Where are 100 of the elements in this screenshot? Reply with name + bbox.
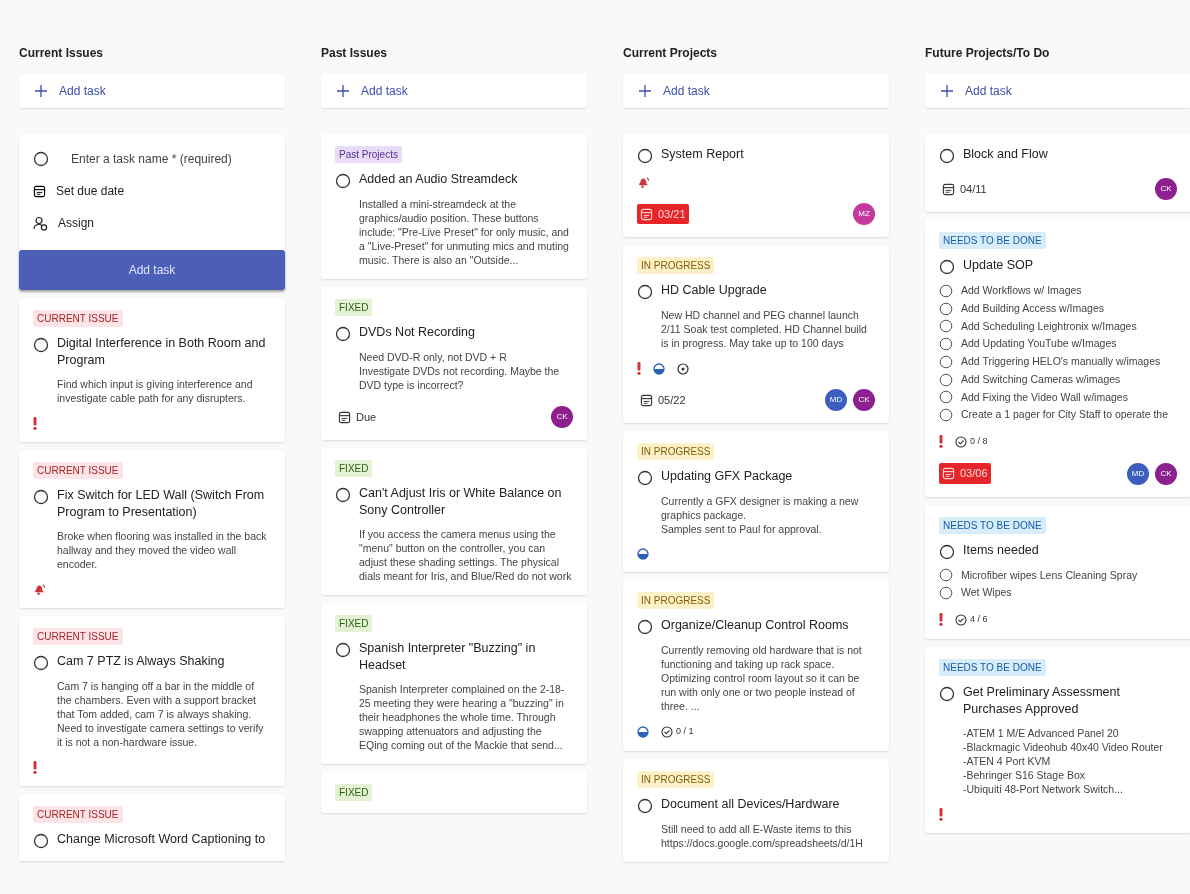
complete-circle-icon[interactable] [637,284,653,300]
checklist-circle-icon[interactable] [939,390,953,405]
avatar[interactable]: CK [551,406,573,428]
task-card[interactable]: IN PROGRESS Updating GFX Package Currently a GFX designer is making a new graphics package. Samples sent to Paul for approval. [623,431,889,572]
avatar[interactable]: MD [1127,462,1149,485]
label-tag: NEEDS TO BE DONE [939,658,1046,676]
task-title: Change Microsoft Word Captioning to [57,831,266,848]
complete-circle-icon[interactable] [637,470,653,486]
task-card[interactable]: NEEDS TO BE DONE Items needed Microfiber wipes Lens Cleaning Spray Wet Wipes 4 / 6 [925,504,1190,639]
assign-person-icon [33,215,48,231]
label-tag: FIXED [335,784,373,801]
label-tag: CURRENT ISSUE [33,310,123,327]
task-card[interactable] [321,448,587,595]
task-card[interactable]: CURRENT ISSUE Fix Switch for LED Wall (Switch From Program to Presentation) Broke when flooring was installed in the back hallway and they moved the video wall encoder. [19,450,285,608]
add-task-button[interactable]: Add task [623,74,889,108]
complete-circle-icon[interactable] [33,489,49,505]
add-task-button[interactable]: Add task [925,74,1190,108]
complete-circle-icon[interactable] [33,833,49,849]
task-title: Added an Audio Streamdeck [359,171,518,188]
label-tag: FIXED [335,299,373,316]
checklist-icon [955,613,967,626]
label-tag: IN PROGRESS [637,592,715,609]
complete-circle-icon[interactable] [637,797,653,814]
task-name-field[interactable]: Enter a task name * (required) [71,150,232,168]
label-tag: CURRENT ISSUE [33,462,123,479]
complete-circle-icon[interactable] [335,173,351,189]
checklist-circle-icon[interactable] [939,372,953,387]
task-card[interactable]: CURRENT ISSUE Digital Interference in Both Room and Program Find which input is giving interference and investigate cable path for any disrupters. [19,298,285,442]
add-task-button[interactable]: Add task [19,250,285,290]
task-card[interactable]: IN PROGRESS HD Cable Upgrade New HD channel and PEG channel launch 2/11 Soak test completed. HD Channel build is in progress. May take up to 100 days 05/22 MD CK [623,245,889,423]
task-description: Spanish Interpreter complained on the 2-18-25 meeting they were hearing a "buzzing" in their headphones the whole time. Through swapping attenuators and adjusting the EQing coming out of the Mackie that send... [358,682,566,752]
due-date[interactable]: 04/11 [939,178,990,200]
label-tag: CURRENT ISSUE [33,806,123,823]
due-date[interactable]: 05/22 [637,389,689,411]
task-card[interactable]: IN PROGRESS Document all Devices/Hardware Still need to add all E-Waste items to this https://docs.google.com/spreadsheets/d/1H [623,758,889,862]
checklist-count: 0 / 1 [676,725,694,738]
task-card[interactable] [321,603,587,764]
due-date[interactable]: 03/06 [939,463,991,484]
label-tag: NEEDS TO BE DONE [939,232,1046,249]
avatar[interactable]: CK [1155,178,1177,200]
task-card[interactable]: CURRENT ISSUE Change Microsoft Word Captioning to [19,794,285,861]
task-card[interactable] [321,134,587,279]
complete-circle-icon[interactable] [33,337,49,353]
task-description: Broke when flooring was installed in the back hallway and they moved the video wall encoder. [56,529,268,571]
complete-circle-icon[interactable] [33,655,49,671]
task-card[interactable]: FIXED [321,772,587,813]
task-card[interactable]: FIXED DVDs Not Recording Need DVD-R only, not DVD + R Investigate DVDs not recording. Maybe the DVD type is incorrect? Due CK [321,287,587,440]
set-due-date-button[interactable]: Set due date [56,182,125,200]
calendar-icon [338,410,351,424]
task-title: Items needed [963,541,1039,559]
task-title: Get Preliminary Assessment Purchases Approved [963,683,1121,718]
add-task-button[interactable]: Add task [19,74,285,108]
checklist-item: Add Fixing the Video Wall w/images [961,389,1128,405]
due-date[interactable]: Due [335,406,380,428]
task-card[interactable] [623,580,889,751]
checklist-item: Add Triggering HELO's manually w/images [961,354,1161,369]
complete-circle-icon[interactable] [637,148,653,164]
avatar[interactable]: MD [825,389,847,411]
complete-circle-icon[interactable] [939,685,955,702]
task-card[interactable]: Block and Flow 04/11 CK [925,134,1190,212]
task-card[interactable] [925,646,1190,833]
checklist-circle-icon[interactable] [939,354,953,369]
column-title: Current Projects [623,45,719,62]
checklist-circle-icon[interactable] [939,337,953,352]
avatar[interactable]: CK [1155,462,1177,485]
task-card[interactable] [925,220,1190,497]
checklist-item: Microfiber wipes Lens Cleaning Spray [961,567,1138,583]
task-description: Cam 7 is hanging off a bar in the middle of the chambers. Even with a support bracket that Tom added, cam 7 is always shaking. Need to investigate camera settings to verify it is not a non-hardware issue. [56,679,265,749]
checklist-circle-icon[interactable] [939,408,953,423]
calendar-icon [640,393,653,407]
checklist-circle-icon[interactable] [939,283,953,298]
calendar-icon [33,184,46,198]
checklist-item: Add Updating YouTube w/Images [961,336,1117,352]
checklist-circle-icon[interactable] [939,319,953,334]
complete-circle-icon[interactable] [637,619,653,635]
complete-circle-icon[interactable] [335,326,351,342]
plus-icon [35,85,47,97]
task-description: New HD channel and PEG channel launch 2/11 Soak test completed. HD Channel build is in progress. May take up to 100 days [660,308,868,350]
task-card[interactable] [19,616,285,786]
avatar[interactable]: CK [853,389,875,411]
checklist-circle-icon[interactable] [939,586,953,601]
checklist-circle-icon[interactable] [939,301,953,316]
complete-circle-icon[interactable] [335,487,351,503]
complete-circle-icon[interactable] [335,642,351,658]
radio-circle-icon[interactable] [33,151,49,167]
avatar[interactable]: MZ [853,203,875,225]
checklist-count: 4 / 6 [970,613,988,626]
checklist-circle-icon[interactable] [939,568,953,583]
complete-circle-icon[interactable] [939,543,955,560]
task-title: Update SOP [963,257,1034,274]
assign-button[interactable]: Assign [58,214,95,232]
add-task-button[interactable]: Add task [321,74,587,108]
complete-circle-icon[interactable] [939,148,955,164]
checklist-count: 0 / 8 [970,435,988,448]
label-tag: FIXED [335,615,373,632]
column-title: Past Issues [321,45,389,62]
checklist-item: Wet Wipes [961,585,1012,601]
task-card[interactable]: System Report 03/21 MZ [623,134,889,237]
due-date[interactable]: 03/21 [637,203,689,225]
complete-circle-icon[interactable] [939,259,955,275]
